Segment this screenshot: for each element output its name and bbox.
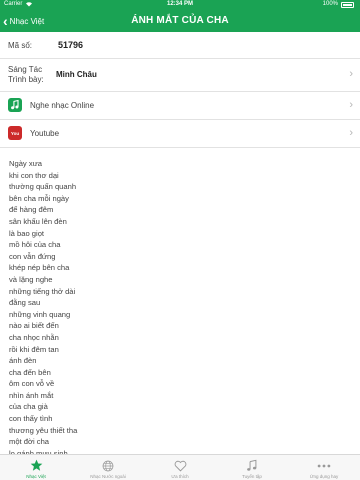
author-label-composer: Sáng Tác bbox=[8, 65, 43, 74]
author-label: Sáng Tác Trình bày: bbox=[8, 65, 44, 85]
navigation-bar: ‹ Nhạc Việt ÁNH MẮT CỦA CHA bbox=[0, 10, 360, 32]
lyric-line: nào ai biết đến bbox=[9, 321, 59, 331]
star-icon bbox=[30, 459, 43, 472]
lyric-line: thương yêu thiết tha bbox=[9, 425, 78, 435]
globe-icon bbox=[102, 459, 114, 472]
lyric-line: khi con thơ dại bbox=[9, 170, 59, 180]
lyric-line: bên cha mỗi ngày bbox=[9, 193, 69, 203]
song-code-label: Mã số: bbox=[8, 41, 33, 50]
lyric-line: cha đến bên bbox=[9, 367, 51, 377]
heart-icon bbox=[174, 459, 187, 472]
battery-icon bbox=[341, 2, 354, 8]
lyric-line: con vẫn đứng bbox=[9, 251, 56, 261]
tab-label: Nhạc Nước ngoài bbox=[90, 474, 126, 479]
tab-nhac-nuoc-ngoai[interactable]: Nhạc Nước ngoài bbox=[72, 455, 144, 480]
music-notes-icon bbox=[246, 459, 258, 472]
lyric-line: ôm con vỗ về bbox=[9, 379, 55, 389]
lyric-line: khép nép bên cha bbox=[9, 263, 70, 273]
status-bar: Carrier 12:34 PM 100% bbox=[0, 0, 360, 10]
lyric-line: sân khấu lên đèn bbox=[9, 216, 67, 226]
lyric-line: rồi khi đêm tan bbox=[9, 344, 59, 354]
tab-label: Ưa thích bbox=[171, 474, 189, 479]
tab-ung-dung-hay[interactable]: Ứng dụng hay bbox=[288, 455, 360, 480]
chevron-right-icon: › bbox=[349, 99, 353, 111]
lyric-line: ánh đèn bbox=[9, 356, 37, 366]
tab-tuyen-tap[interactable]: Tuyển tập bbox=[216, 455, 288, 480]
youtube-label: Youtube bbox=[30, 129, 60, 138]
lyrics-text: Ngày xưa khi con thơ dại thường quấn quanh… bbox=[9, 158, 209, 459]
lyric-line: để hàng đêm bbox=[9, 205, 54, 215]
lyric-line: đằng sau bbox=[9, 298, 41, 308]
song-code-value: 51796 bbox=[58, 40, 84, 50]
youtube-icon-text: You bbox=[10, 130, 20, 136]
more-icon bbox=[317, 459, 331, 472]
music-note-icon bbox=[8, 98, 22, 112]
lyric-line: của cha già bbox=[9, 402, 48, 412]
page-title: ÁNH MẮT CỦA CHA bbox=[131, 15, 229, 26]
battery-percent: 100% bbox=[322, 1, 338, 7]
author-value: Minh Châu bbox=[56, 70, 97, 79]
tab-label: Ứng dụng hay bbox=[309, 474, 339, 479]
status-time: 12:34 PM bbox=[166, 1, 193, 7]
youtube-row[interactable]: You Youtube › bbox=[0, 120, 360, 148]
listen-online-label: Nghe nhạc Online bbox=[30, 101, 95, 110]
author-label-performer: Trình bày: bbox=[8, 75, 44, 84]
author-row[interactable]: Sáng Tác Trình bày: Minh Châu › bbox=[0, 59, 360, 92]
chevron-right-icon: › bbox=[349, 127, 353, 139]
lyric-line: thường quấn quanh bbox=[9, 182, 77, 192]
lyric-line: con thấy tình bbox=[9, 414, 53, 424]
lyric-line: nhìn ánh mắt bbox=[9, 390, 54, 400]
tab-nhac-viet[interactable]: Nhạc Việt bbox=[0, 455, 72, 480]
lyric-line: mồ hôi của cha bbox=[9, 240, 61, 250]
tab-label: Tuyển tập bbox=[242, 474, 262, 479]
tab-bar: Nhạc Việt Nhạc Nước ngoài Ưa thích Tuyển… bbox=[0, 454, 360, 480]
lyric-line: những tiếng thở dài bbox=[9, 286, 76, 296]
song-code-row: Mã số: 51796 bbox=[0, 32, 360, 59]
lyric-line: một đời cha bbox=[9, 437, 50, 447]
tab-label: Nhạc Việt bbox=[26, 474, 46, 479]
lyric-line: những vinh quang bbox=[9, 309, 71, 319]
lyric-line: là bao giọt bbox=[9, 228, 45, 238]
lyric-line: Ngày xưa bbox=[9, 159, 42, 168]
lyric-line: cha nhọc nhằn bbox=[9, 332, 59, 342]
listen-online-row[interactable]: Nghe nhạc Online › bbox=[0, 92, 360, 120]
lyric-line: và lặng nghe bbox=[9, 274, 53, 284]
tab-ua-thich[interactable]: Ưa thích bbox=[144, 455, 216, 480]
youtube-icon: You bbox=[8, 126, 22, 140]
chevron-right-icon: › bbox=[349, 68, 353, 80]
